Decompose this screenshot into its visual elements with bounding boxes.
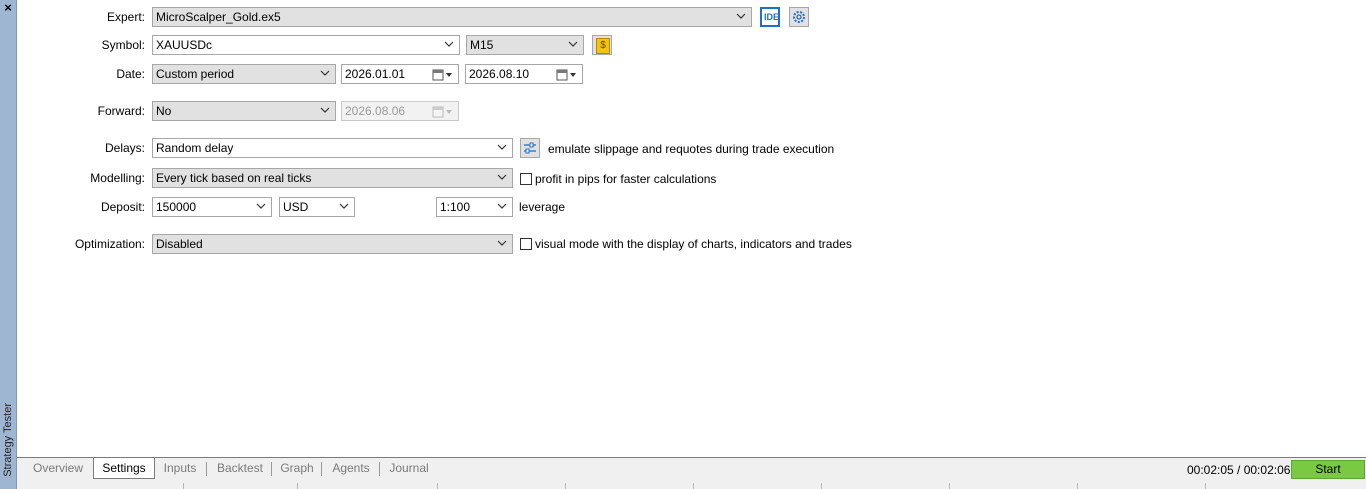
chevron-down-icon	[496, 139, 508, 157]
status-bar	[17, 481, 1366, 489]
date-label: Date:	[116, 67, 145, 81]
delays-label: Delays:	[104, 141, 145, 155]
delays-note: emulate slippage and requotes during tra…	[548, 142, 835, 156]
modelling-label: Modelling:	[90, 171, 145, 185]
elapsed-timer: 00:02:05 / 00:02:06	[1187, 463, 1291, 477]
date-to-picker[interactable]: 2026.08.10	[465, 64, 583, 84]
symbol-input[interactable]: XAUUSDc	[152, 35, 460, 55]
ide-button[interactable]: IDE	[760, 7, 780, 27]
delays-value: Random delay	[156, 141, 234, 155]
chevron-down-icon[interactable]	[255, 198, 267, 216]
delays-select[interactable]: Random delay	[152, 138, 513, 158]
profit-in-pips-label: profit in pips for faster calculations	[535, 172, 717, 186]
forward-select[interactable]: No	[152, 101, 336, 121]
date-period-value: Custom period	[156, 67, 235, 81]
symbol-value: XAUUSDc	[156, 38, 213, 52]
status-divider	[693, 483, 694, 489]
tab-journal[interactable]: Journal	[385, 458, 433, 480]
leverage-label: leverage	[519, 200, 566, 214]
chevron-down-icon	[496, 235, 508, 253]
status-divider	[1077, 483, 1078, 489]
leverage-select[interactable]: 1:100	[436, 197, 513, 217]
expert-settings-button[interactable]	[789, 7, 809, 27]
currency-select[interactable]: USD	[279, 197, 355, 217]
delay-settings-button[interactable]	[520, 138, 540, 158]
symbol-label: Symbol:	[101, 38, 145, 52]
chevron-down-icon	[319, 65, 331, 83]
date-from-picker[interactable]: 2026.01.01	[341, 64, 459, 84]
chevron-down-icon	[338, 198, 350, 216]
profit-in-pips-checkbox[interactable]	[520, 173, 532, 185]
forward-value: No	[156, 104, 172, 118]
forward-date-value: 2026.08.06	[345, 104, 406, 118]
date-period-select[interactable]: Custom period	[152, 64, 336, 84]
chevron-down-icon	[735, 8, 747, 26]
tab-divider	[271, 462, 272, 476]
tab-graph[interactable]: Graph	[277, 458, 317, 480]
expert-select[interactable]: MicroScalper_Gold.ex5	[152, 7, 752, 27]
tab-divider	[379, 462, 380, 476]
tab-backtest[interactable]: Backtest	[213, 458, 267, 480]
chevron-down-icon	[496, 169, 508, 187]
optimization-select[interactable]: Disabled	[152, 234, 513, 254]
ide-icon: IDE	[764, 12, 780, 22]
calendar-icon	[432, 105, 454, 118]
currency-value: USD	[283, 200, 309, 214]
forward-label: Forward:	[97, 104, 145, 118]
modelling-value: Every tick based on real ticks	[156, 171, 312, 185]
timeframe-value: M15	[470, 38, 494, 52]
chevron-down-icon[interactable]	[443, 36, 455, 54]
leverage-value: 1:100	[440, 200, 471, 214]
expert-value: MicroScalper_Gold.ex5	[156, 10, 281, 24]
tab-overview[interactable]: Overview	[27, 458, 89, 480]
status-divider	[1205, 483, 1206, 489]
gear-icon	[793, 11, 805, 23]
date-from-value: 2026.01.01	[345, 67, 406, 81]
optimization-label: Optimization:	[74, 237, 145, 251]
chevron-down-icon	[567, 36, 579, 54]
calendar-icon[interactable]	[432, 68, 454, 81]
status-divider	[437, 483, 438, 489]
date-to-value: 2026.08.10	[469, 67, 530, 81]
modelling-select[interactable]: Every tick based on real ticks	[152, 168, 513, 188]
panel-title: Strategy Tester	[2, 403, 14, 477]
status-divider	[297, 483, 298, 489]
tab-agents[interactable]: Agents	[328, 458, 374, 480]
tab-inputs[interactable]: Inputs	[159, 458, 201, 480]
visual-mode-label: visual mode with the display of charts, …	[535, 237, 852, 251]
tab-divider	[321, 462, 322, 476]
deposit-value: 150000	[156, 200, 197, 214]
deposit-label: Deposit:	[100, 200, 145, 214]
forward-date-picker: 2026.08.06	[341, 101, 459, 121]
status-divider	[183, 483, 184, 489]
optimization-value: Disabled	[156, 237, 203, 251]
tab-divider	[206, 462, 207, 476]
expert-label: Expert:	[106, 10, 145, 24]
status-divider	[949, 483, 950, 489]
chevron-down-icon	[319, 102, 331, 120]
visual-mode-checkbox[interactable]	[520, 238, 532, 250]
dollar-icon: $	[596, 38, 610, 54]
tester-tab-bar: Overview Settings Inputs Backtest Graph …	[17, 457, 1366, 481]
deposit-input[interactable]: 150000	[152, 197, 272, 217]
status-divider	[821, 483, 822, 489]
sliders-icon	[524, 142, 536, 154]
start-button[interactable]: Start	[1291, 460, 1365, 479]
timeframe-select[interactable]: M15	[466, 35, 584, 55]
calendar-icon[interactable]	[556, 68, 578, 81]
chevron-down-icon	[496, 198, 508, 216]
tab-settings[interactable]: Settings	[93, 458, 155, 479]
status-divider	[565, 483, 566, 489]
symbol-specification-button[interactable]: $	[592, 35, 612, 55]
